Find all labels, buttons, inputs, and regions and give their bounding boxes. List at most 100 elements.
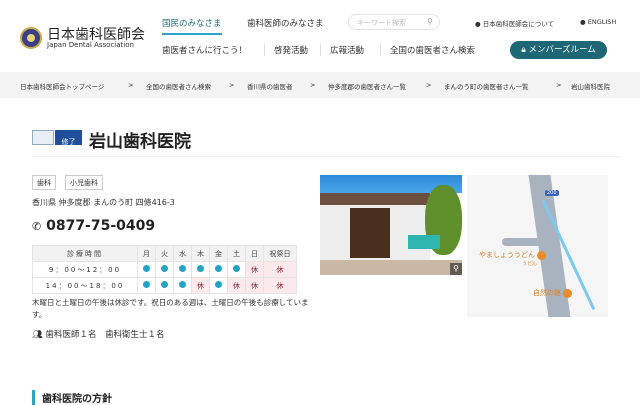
schedule-header-cell: 診療時間 xyxy=(32,245,138,262)
nav-pr[interactable]: 広報活動 xyxy=(330,44,364,56)
badge-label: 修了 xyxy=(61,138,76,146)
certification-emblem xyxy=(32,130,54,145)
tab-dentists[interactable]: 歯科医師のみなさま xyxy=(247,17,324,29)
breadcrumb-item[interactable]: 仲多度郡の歯医者さん一覧 xyxy=(328,81,406,91)
schedule-time: 9：00～12：00 xyxy=(32,261,138,278)
nav-awareness[interactable]: 啓発活動 xyxy=(274,44,308,56)
logo-subtext: Japan Dental Association xyxy=(47,41,134,49)
schedule-cell-open xyxy=(155,277,174,294)
schedule-cell-closed: 休 xyxy=(245,261,264,278)
breadcrumb-item[interactable]: まんのう町の歯医者さん一覧 xyxy=(444,81,529,91)
search-icon[interactable]: ⚲ xyxy=(427,17,433,26)
poi-label: やましょううどん xyxy=(479,251,535,259)
category-tag: 小児歯科 xyxy=(65,175,103,190)
page-title: 岩山歯科医院 xyxy=(89,132,191,152)
map-poi[interactable]: 自然の館 xyxy=(533,288,573,298)
schedule-header-cell: 祝祭日 xyxy=(263,245,297,262)
photo-door xyxy=(350,208,390,258)
route-badge: 200 xyxy=(545,190,559,196)
open-dot-icon xyxy=(161,265,168,272)
address: 香川県 仲多度郡 まんのう町 四條416-3 xyxy=(32,198,175,207)
schedule-cell-open xyxy=(191,261,210,278)
schedule-row: 9：00～12：00 休休 xyxy=(32,261,297,278)
staff-text: 歯科医師１名 歯科衛生士１名 xyxy=(45,330,165,340)
schedule-table: 診療時間月火水木金土日祝祭日 9：00～12：00 休休 14：00～18：00 休休休… xyxy=(32,245,297,294)
schedule-cell-closed: 休 xyxy=(263,277,297,294)
staff-info: 👥︎ 歯科医師１名 歯科衛生士１名 xyxy=(32,328,165,340)
about-link[interactable]: ● 日本歯科医師会について xyxy=(475,18,554,28)
breadcrumb-current: 岩山歯科医院 xyxy=(571,83,610,91)
schedule-cell-open xyxy=(137,277,156,294)
open-dot-icon xyxy=(197,265,204,272)
schedule-cell-closed: 休 xyxy=(191,277,210,294)
photo-ground xyxy=(320,260,462,275)
open-dot-icon xyxy=(143,265,150,272)
schedule-note: 木曜日と土曜日の午後は休診です。祝日のある週は、土曜日の午後も診療しています。 xyxy=(32,298,309,319)
schedule-cell-closed: 休 xyxy=(263,261,297,278)
search-placeholder: キーワード検索 xyxy=(357,19,406,27)
schedule-cell-closed: 休 xyxy=(245,277,264,294)
open-dot-icon xyxy=(233,265,240,272)
lock-icon: 🔒︎ xyxy=(521,45,526,55)
schedule-header-row: 診療時間月火水木金土日祝祭日 xyxy=(32,245,297,262)
phone-text: 0877-75-0409 xyxy=(46,218,156,234)
schedule-header-cell: 月 xyxy=(137,245,156,262)
schedule-cell-open xyxy=(173,261,192,278)
nav-visit-dentist[interactable]: 歯医者さんに行こう！ xyxy=(162,44,247,56)
breadcrumb-item[interactable]: 全国の歯医者さん検索 xyxy=(146,81,211,91)
schedule-time: 14：00～18：00 xyxy=(32,277,138,294)
schedule-cell-open xyxy=(227,261,246,278)
open-dot-icon xyxy=(215,265,222,272)
schedule-cell-open xyxy=(137,261,156,278)
cafe-icon xyxy=(563,288,573,298)
divider xyxy=(380,44,381,56)
breadcrumb-item[interactable]: 日本歯科医師会トップページ xyxy=(20,81,104,91)
members-room-label: メンバーズルーム xyxy=(528,45,596,55)
divider xyxy=(32,156,620,157)
schedule-header-cell: 日 xyxy=(245,245,264,262)
clinic-photo[interactable]: ⚲ xyxy=(320,175,462,275)
schedule-cell-open xyxy=(173,277,192,294)
phone-icon: ✆ xyxy=(32,220,42,233)
tab-citizens[interactable]: 国民のみなさま xyxy=(162,17,222,35)
open-dot-icon xyxy=(215,281,222,288)
photo-sign xyxy=(408,235,440,249)
poi-sublabel: うどん xyxy=(522,261,538,267)
category-tag: 歯科 xyxy=(32,175,56,190)
restaurant-icon xyxy=(537,250,547,260)
map-road xyxy=(502,238,547,246)
schedule-cell-closed: 休 xyxy=(227,277,246,294)
open-dot-icon xyxy=(179,265,186,272)
breadcrumb-item[interactable]: 香川県の歯医者 xyxy=(247,81,293,91)
breadcrumb-separator: > xyxy=(229,81,235,89)
schedule-cell-open xyxy=(209,261,228,278)
breadcrumb-separator: > xyxy=(426,81,432,89)
poi-label: 自然の館 xyxy=(533,289,561,297)
section-heading: 歯科医院の方針 xyxy=(32,390,112,405)
schedule-header-cell: 土 xyxy=(227,245,246,262)
map-poi[interactable]: やましょううどん xyxy=(479,250,547,260)
people-icon: 👥︎ xyxy=(32,330,43,340)
breadcrumb-separator: > xyxy=(128,81,134,89)
breadcrumb: 日本歯科医師会トップページ > 全国の歯医者さん検索 > 香川県の歯医者 > 仲… xyxy=(0,72,640,98)
divider xyxy=(320,44,321,56)
open-dot-icon xyxy=(143,281,150,288)
search-input[interactable]: キーワード検索 ⚲ xyxy=(348,14,440,30)
schedule-cell-open xyxy=(209,277,228,294)
photo-roof xyxy=(320,193,430,205)
schedule-header-cell: 火 xyxy=(155,245,174,262)
schedule-row: 14：00～18：00 休休休休 xyxy=(32,277,297,294)
map[interactable]: 200 やましょううどん うどん 自然の館 xyxy=(467,175,608,317)
members-room-button[interactable]: 🔒︎ メンバーズルーム xyxy=(510,41,607,59)
schedule-cell-open xyxy=(155,261,174,278)
logo-icon[interactable] xyxy=(20,27,42,49)
breadcrumb-separator: > xyxy=(310,81,316,89)
about-label: 日本歯科医師会について xyxy=(482,20,555,28)
phone-number[interactable]: ✆ 0877-75-0409 xyxy=(32,218,155,234)
completion-badge: 修了 xyxy=(55,130,82,146)
english-link[interactable]: ● ENGLISH xyxy=(580,18,616,26)
open-dot-icon xyxy=(179,281,186,288)
schedule-header-cell: 金 xyxy=(209,245,228,262)
nav-dentist-search[interactable]: 全国の歯医者さん検索 xyxy=(390,44,475,56)
zoom-icon[interactable]: ⚲ xyxy=(450,263,462,275)
